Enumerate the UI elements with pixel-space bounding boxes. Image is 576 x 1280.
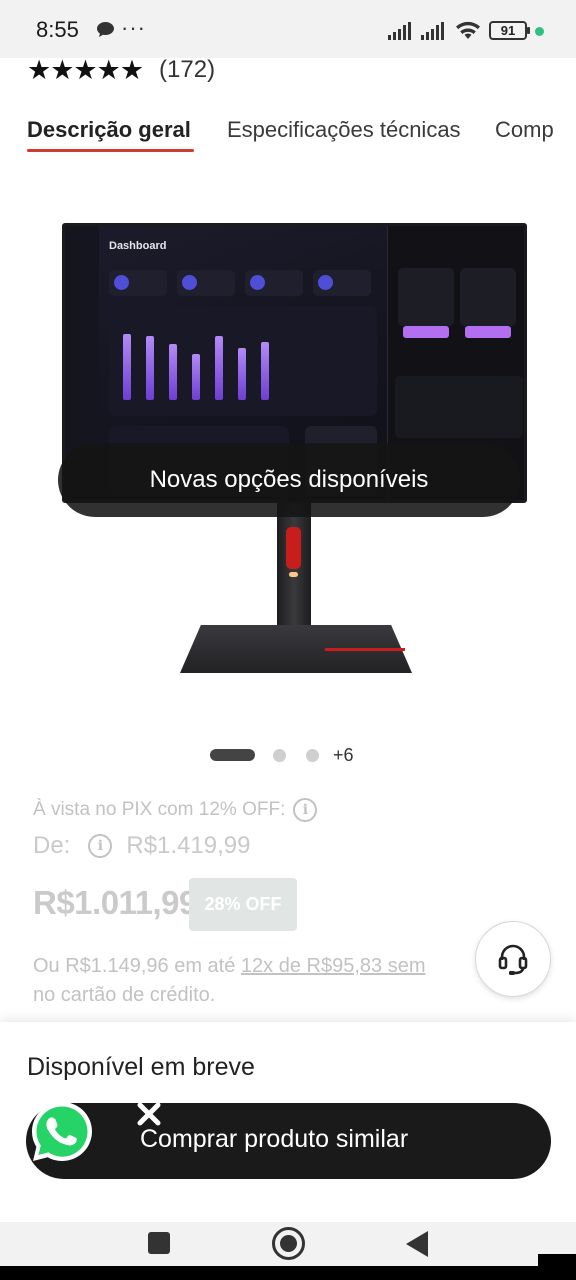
installment-suffix: no cartão de crédito. (33, 984, 216, 1006)
tab-especificacoes-tecnicas[interactable]: Especificações técnicas (227, 117, 461, 143)
bottom-strip (0, 1266, 576, 1280)
dashboard-card (460, 268, 516, 326)
installment-link[interactable]: 12x de R$95,83 sem (241, 955, 426, 977)
kpi-card (313, 270, 371, 296)
carousel-dot-active[interactable] (210, 749, 255, 761)
status-more-dots: ··· (121, 15, 146, 40)
carousel-dot[interactable] (306, 748, 319, 762)
carousel-dot[interactable] (273, 748, 286, 762)
message-icon (97, 22, 114, 37)
signal-icon (421, 22, 444, 40)
dashboard-calendar (395, 376, 523, 438)
kpi-card (109, 270, 167, 296)
discount-badge: 28% OFF (189, 878, 297, 931)
back-button[interactable] (406, 1231, 428, 1257)
product-rating[interactable]: ★★★★★ (172) (27, 54, 215, 86)
info-icon[interactable]: i (88, 834, 113, 858)
dashboard-title: Dashboard (109, 240, 167, 252)
new-options-label: Novas opções disponíveis (149, 466, 429, 493)
stand-accent (286, 527, 301, 569)
current-price: R$1.011,99 (33, 884, 197, 921)
notification-dot (535, 27, 544, 36)
pix-text: À vista no PIX com 12% OFF: (33, 799, 286, 820)
chart-bar (123, 334, 131, 400)
close-icon[interactable] (136, 1101, 162, 1127)
info-icon[interactable]: i (293, 798, 318, 822)
home-button[interactable] (272, 1227, 305, 1260)
product-image-carousel[interactable]: Dashboard Novas opções disponíveis (0, 170, 576, 730)
chart-bar (169, 344, 177, 400)
support-button[interactable] (475, 921, 551, 997)
active-tab-indicator (27, 149, 194, 152)
wifi-icon (456, 21, 480, 39)
carousel-indicator[interactable]: +6 (210, 744, 354, 766)
installment-info: Ou R$1.149,96 em até 12x de R$95,83 sem … (33, 952, 483, 1010)
installment-prefix: Ou R$1.149,96 em até (33, 955, 241, 977)
product-tabs: Descrição geral Especificações técnicas … (27, 112, 576, 156)
headset-icon (498, 944, 528, 975)
dashboard-button (403, 326, 449, 338)
chart-bar (261, 342, 269, 400)
tab-comparar[interactable]: Comp (495, 117, 554, 143)
signal-icon (388, 22, 411, 40)
rating-count: (172) (159, 56, 216, 83)
kpi-card (245, 270, 303, 296)
chart-bar (146, 336, 154, 400)
chart-bar (215, 336, 223, 400)
kpi-card (177, 270, 235, 296)
original-price: R$1.419,99 (126, 832, 251, 859)
tab-descricao-geral[interactable]: Descrição geral (27, 117, 191, 143)
availability-status: Disponível em breve (27, 1053, 255, 1081)
buy-similar-label: Comprar produto similar (140, 1125, 409, 1153)
chart-bar (192, 354, 200, 400)
de-label: De: (33, 832, 71, 859)
stand-led (289, 572, 298, 577)
base-accent (325, 648, 405, 651)
original-price-line: De: i R$1.419,99 (33, 832, 250, 860)
status-bar: 8:55 ··· 91 (0, 0, 576, 58)
whatsapp-icon[interactable] (30, 1100, 94, 1164)
pix-discount-line: À vista no PIX com 12% OFF: i (33, 798, 318, 822)
battery-icon: 91 (489, 21, 530, 40)
dashboard-card (398, 268, 454, 326)
dashboard-chart (109, 306, 377, 416)
carousel-more-count: +6 (333, 744, 354, 765)
rating-stars: ★★★★★ (27, 54, 144, 85)
recents-button[interactable] (148, 1232, 170, 1254)
dashboard-button (465, 326, 511, 338)
chart-bar (238, 348, 246, 400)
new-options-banner[interactable]: Novas opções disponíveis (58, 443, 520, 517)
status-time: 8:55 (36, 17, 79, 42)
buy-similar-button[interactable]: Comprar produto similar (26, 1103, 551, 1179)
